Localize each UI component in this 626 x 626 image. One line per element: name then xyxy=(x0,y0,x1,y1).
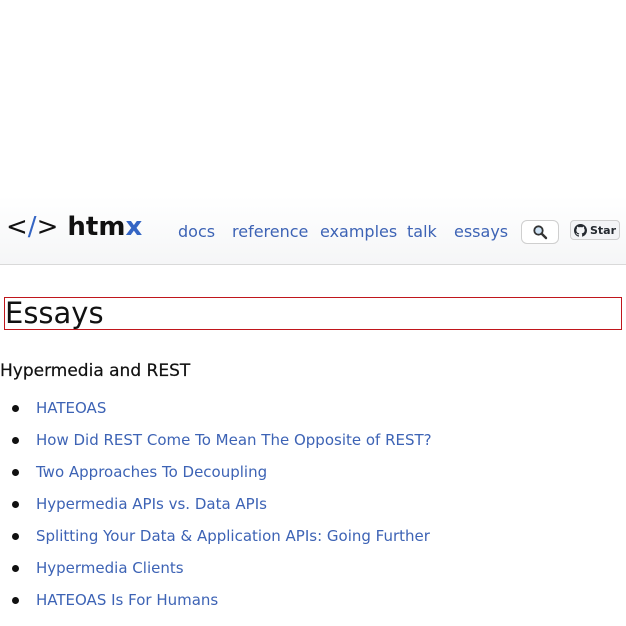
list-item: HATEOAS xyxy=(0,396,600,428)
logo-brand: htm xyxy=(67,212,126,242)
nav-talk[interactable]: talk xyxy=(407,222,437,242)
search-button[interactable] xyxy=(521,220,559,244)
github-star-label: Star xyxy=(589,223,617,237)
essay-link-hypermedia-vs-data-apis[interactable]: Hypermedia APIs vs. Data APIs xyxy=(36,494,267,514)
nav-examples[interactable]: examples xyxy=(320,222,397,242)
bullet-icon xyxy=(12,597,19,604)
logo-slash: / xyxy=(27,212,37,242)
list-item: HATEOAS Is For Humans xyxy=(0,588,600,620)
page-title-highlight: Essays xyxy=(4,296,622,330)
list-item: Splitting Your Data & Application APIs: … xyxy=(0,524,600,556)
page-title: Essays xyxy=(5,296,104,330)
list-item: Hypermedia Clients xyxy=(0,556,600,588)
htmx-logo[interactable]: </> htmx xyxy=(6,212,142,242)
github-star-button[interactable]: Star xyxy=(570,220,620,240)
bullet-icon xyxy=(12,533,19,540)
essay-link-hateoas-for-humans[interactable]: HATEOAS Is For Humans xyxy=(36,590,218,610)
essay-link-hateoas[interactable]: HATEOAS xyxy=(36,398,106,418)
nav-docs[interactable]: docs xyxy=(178,222,215,242)
bullet-icon xyxy=(12,469,19,476)
logo-brand-x: x xyxy=(125,212,143,242)
bullet-icon xyxy=(12,437,19,444)
section-heading: Hypermedia and REST xyxy=(0,361,191,381)
essay-link-decoupling[interactable]: Two Approaches To Decoupling xyxy=(36,462,267,482)
list-item: Hypermedia APIs vs. Data APIs xyxy=(0,492,600,524)
essay-list: HATEOAS How Did REST Come To Mean The Op… xyxy=(0,396,600,620)
nav-reference[interactable]: reference xyxy=(232,222,308,242)
essay-link-hypermedia-clients[interactable]: Hypermedia Clients xyxy=(36,558,184,578)
magnifier-icon xyxy=(533,225,548,240)
logo-lt: < xyxy=(6,212,28,242)
essay-link-rest-opposite[interactable]: How Did REST Come To Mean The Opposite o… xyxy=(36,430,432,450)
logo-gt: > xyxy=(36,212,59,242)
bullet-icon xyxy=(12,405,19,412)
list-item: How Did REST Come To Mean The Opposite o… xyxy=(0,428,600,460)
site-header: </> htmx docs reference examples talk es… xyxy=(0,196,626,265)
github-icon xyxy=(573,223,587,237)
list-item: Two Approaches To Decoupling xyxy=(0,460,600,492)
nav-essays[interactable]: essays xyxy=(454,222,508,242)
bullet-icon xyxy=(12,565,19,572)
bullet-icon xyxy=(12,501,19,508)
essay-link-splitting-apis[interactable]: Splitting Your Data & Application APIs: … xyxy=(36,526,430,546)
